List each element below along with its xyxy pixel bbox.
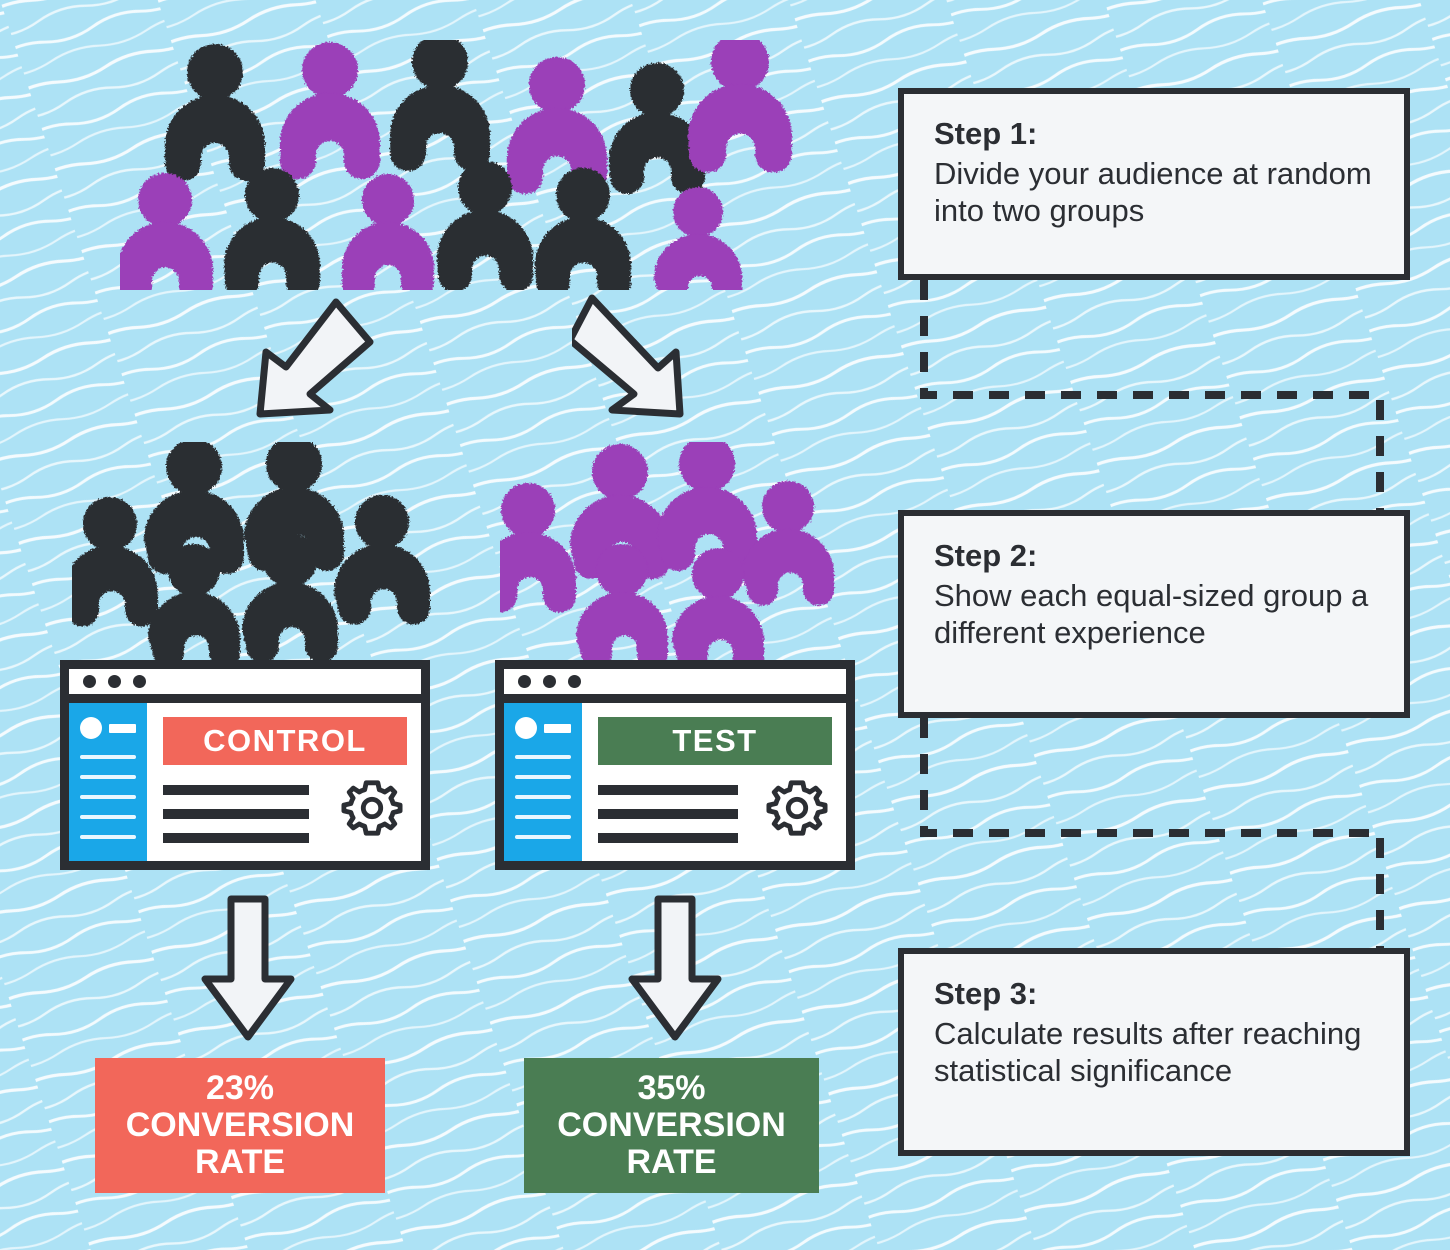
window-dot-icon [543, 675, 556, 688]
test-group-people [500, 442, 834, 667]
step-2-title: Step 2: [934, 538, 1038, 573]
audience-crowd [120, 40, 792, 290]
test-result-box: 35% CONVERSION RATE [524, 1058, 819, 1193]
control-group-people [72, 442, 430, 667]
sidebar-nav-line[interactable] [515, 795, 571, 799]
split-arrow-right [572, 294, 684, 418]
text-line [163, 785, 310, 795]
step-3-title: Step 3: [934, 976, 1038, 1011]
step-3-box: Step 3: Calculate results after reaching… [898, 948, 1410, 1156]
text-line [163, 833, 310, 843]
test-browser-body: TEST [504, 703, 846, 861]
step-3-text: Calculate results after reaching statist… [934, 1015, 1362, 1089]
split-arrow-left [256, 298, 374, 418]
connector-step1-to-step2 [920, 280, 1384, 520]
test-banner: TEST [598, 717, 832, 765]
gear-icon[interactable] [341, 777, 403, 839]
sidebar-nav-line[interactable] [80, 835, 136, 839]
test-result-label-line1: CONVERSION [557, 1106, 786, 1145]
infographic-canvas: CONTROL TEST 23% CONVERSION RATE 35% CON… [0, 0, 1450, 1250]
test-body-text [598, 785, 739, 843]
window-dot-icon [133, 675, 146, 688]
text-line [598, 833, 739, 843]
text-line [163, 809, 310, 819]
control-result-percent: 23% [205, 1069, 275, 1108]
sidebar-nav-line[interactable] [80, 755, 136, 759]
text-line [598, 785, 739, 795]
sidebar-nav-line[interactable] [80, 815, 136, 819]
control-browser-titlebar [69, 669, 421, 703]
sidebar-nav-line[interactable] [515, 815, 571, 819]
sidebar-profile [80, 717, 136, 739]
control-browser-sidebar[interactable] [69, 703, 147, 861]
step-2-box: Step 2: Show each equal-sized group a di… [898, 510, 1410, 718]
control-result-box: 23% CONVERSION RATE [95, 1058, 385, 1193]
connector-step2-to-step3 [920, 718, 1384, 958]
window-dot-icon [108, 675, 121, 688]
control-result-label-line2: RATE [194, 1142, 286, 1181]
step-2-text: Show each equal-sized group a different … [934, 577, 1369, 651]
sidebar-nav-line[interactable] [80, 775, 136, 779]
test-result-label-line2: RATE [626, 1142, 717, 1181]
control-banner: CONTROL [163, 717, 407, 765]
sidebar-nav-line[interactable] [515, 775, 571, 779]
test-browser-titlebar [504, 669, 846, 703]
step-1-box: Step 1: Divide your audience at random i… [898, 88, 1410, 280]
control-result-arrow [201, 895, 295, 1041]
avatar [80, 717, 102, 739]
window-dot-icon [518, 675, 531, 688]
avatar [515, 717, 537, 739]
control-result-label-line1: CONVERSION [125, 1106, 355, 1145]
sidebar-nav-line[interactable] [80, 795, 136, 799]
control-browser-mockup[interactable]: CONTROL [60, 660, 430, 870]
test-browser-content: TEST [582, 703, 846, 861]
test-result-percent: 35% [637, 1069, 706, 1108]
text-line [598, 809, 739, 819]
test-result-arrow [628, 895, 722, 1041]
step-1-text: Divide your audience at random into two … [934, 155, 1372, 229]
test-browser-sidebar[interactable] [504, 703, 582, 861]
test-browser-mockup[interactable]: TEST [495, 660, 855, 870]
control-browser-content: CONTROL [147, 703, 421, 861]
sidebar-nav-line[interactable] [515, 755, 571, 759]
control-body-text [163, 785, 310, 843]
window-dot-icon [83, 675, 96, 688]
sidebar-nav-line[interactable] [515, 835, 571, 839]
avatar-name-placeholder [544, 723, 571, 733]
window-dot-icon [568, 675, 581, 688]
gear-icon[interactable] [766, 777, 828, 839]
control-browser-body: CONTROL [69, 703, 421, 861]
avatar-name-placeholder [109, 723, 136, 733]
sidebar-profile [515, 717, 571, 739]
step-1-title: Step 1: [934, 116, 1038, 151]
